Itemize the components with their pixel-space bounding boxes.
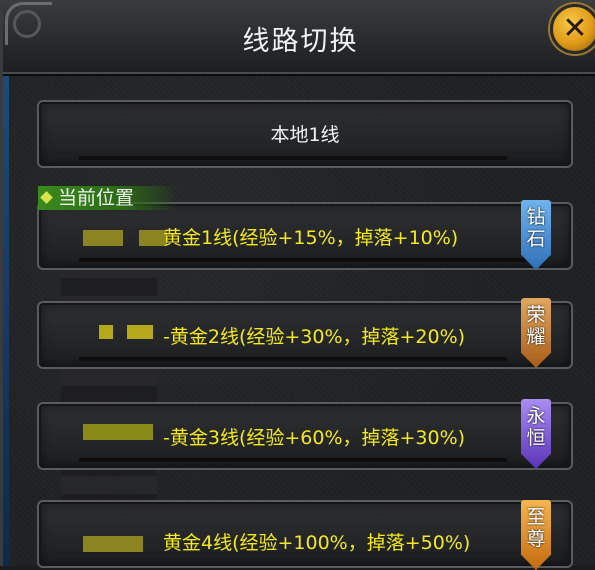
badge-text: 钻石: [526, 206, 546, 250]
obscured-pixel: [83, 424, 153, 440]
line-item-4[interactable]: 黄金4线(经验+100%，掉落+50%): [37, 500, 573, 568]
close-button[interactable]: ✕: [550, 4, 595, 54]
current-position-tag: 当前位置: [38, 186, 178, 210]
badge-text: 荣耀: [526, 304, 546, 348]
line-label: -黄金2线(经验+30%，掉落+20%): [163, 326, 466, 348]
line-item-2[interactable]: -黄金2线(经验+30%，掉落+20%): [37, 301, 573, 369]
diamond-icon: [40, 191, 53, 204]
obscured-pixel: [83, 230, 123, 246]
current-position-label: 当前位置: [58, 187, 135, 209]
badge-text: 永恒: [526, 405, 546, 449]
local-line-button[interactable]: 本地1线: [37, 100, 573, 168]
obscured-pixel: [99, 325, 113, 339]
line-switch-panel: 线路切换 ✕ 本地1线 黄金1线(经验+15%，掉落+10%) 钻石 当前位置 …: [0, 0, 595, 570]
window-title: 线路切换: [242, 26, 359, 57]
title-bar: 线路切换: [3, 0, 595, 74]
local-line-label: 本地1线: [270, 124, 340, 146]
close-icon: ✕: [562, 11, 588, 46]
background-edge: [3, 72, 9, 566]
badge-text: 至尊: [526, 506, 546, 550]
line-label: 黄金1线(经验+15%，掉落+10%): [163, 227, 459, 249]
line-label: -黄金3线(经验+60%，掉落+30%): [163, 427, 466, 449]
row-divider: [79, 258, 541, 262]
row-divider: [79, 458, 507, 462]
line-item-3[interactable]: -黄金3线(经验+60%，掉落+30%): [37, 402, 573, 470]
row-divider: [79, 357, 507, 361]
obscured-pixel: [139, 325, 153, 339]
obscured-pixel: [83, 536, 143, 552]
line-item-1[interactable]: 黄金1线(经验+15%，掉落+10%): [37, 202, 573, 270]
line-label: 黄金4线(经验+100%，掉落+50%): [163, 532, 471, 554]
row-divider: [79, 156, 507, 160]
